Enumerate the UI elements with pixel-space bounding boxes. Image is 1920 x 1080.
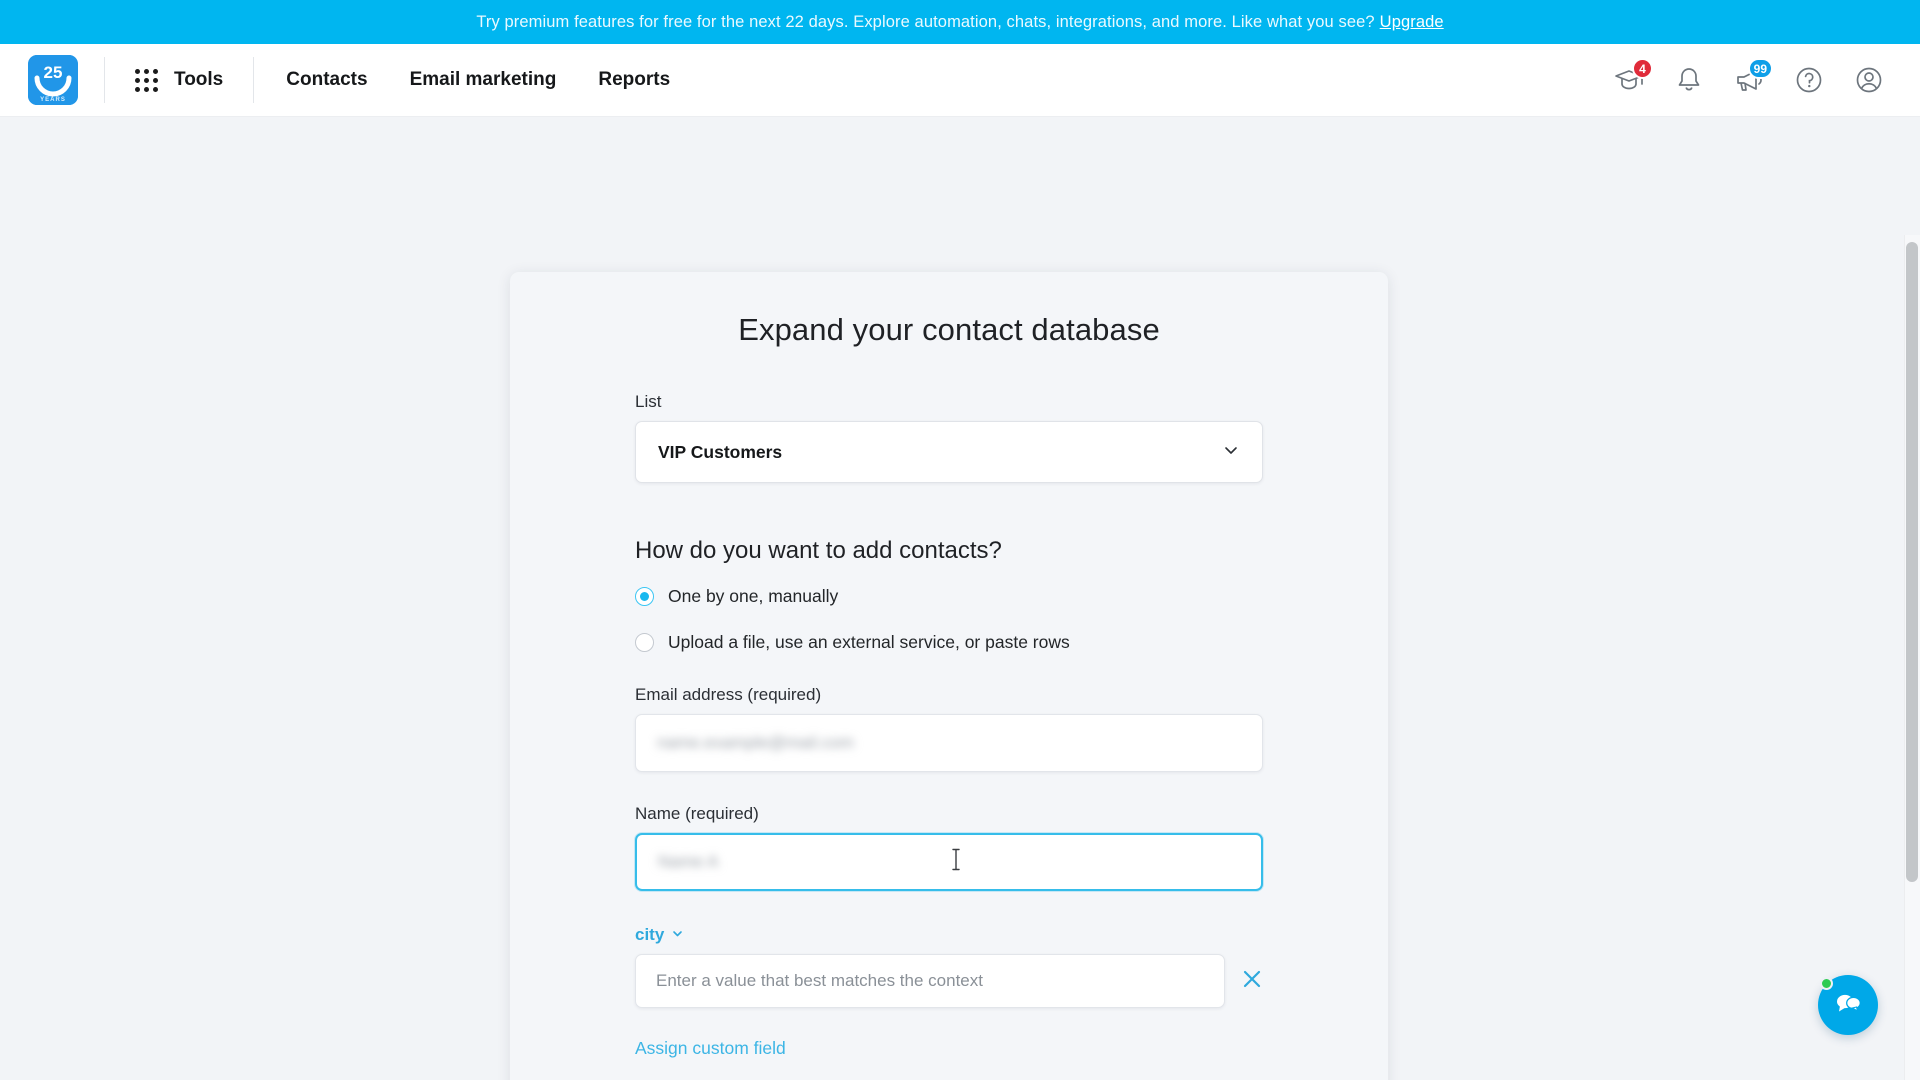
chat-bubbles-icon (1832, 987, 1864, 1024)
megaphone-icon[interactable]: 99 (1732, 58, 1773, 97)
add-method-question: How do you want to add contacts? (635, 537, 1002, 564)
chat-widget-button[interactable] (1818, 975, 1878, 1035)
add-contacts-card: Expand your contact database List VIP Cu… (510, 272, 1388, 1080)
remove-custom-field-close-icon[interactable] (1241, 968, 1263, 995)
custom-field-city-selector[interactable]: city (635, 925, 684, 945)
nav-link-email-marketing[interactable]: Email marketing (410, 44, 557, 117)
top-navigation-bar: 25 YEARS Tools Contacts Email marketing … (0, 44, 1920, 117)
chevron-down-icon (671, 925, 684, 945)
graduation-cap-badge: 4 (1632, 58, 1653, 79)
svg-text:25: 25 (44, 63, 63, 82)
name-input-value: Name A (658, 852, 719, 871)
list-label: List (635, 392, 662, 411)
promo-banner: Try premium features for free for the ne… (0, 0, 1920, 44)
tools-menu-button[interactable]: Tools (105, 44, 253, 117)
user-account-icon[interactable] (1852, 63, 1886, 97)
list-field-group: List VIP Customers (635, 392, 1263, 483)
page-stage: Expand your contact database List VIP Cu… (0, 117, 1920, 1080)
custom-field-city-row: Enter a value that best matches the cont… (635, 954, 1263, 1008)
custom-field-city-placeholder: Enter a value that best matches the cont… (656, 971, 983, 990)
tools-label: Tools (174, 69, 224, 90)
radio-upload-label: Upload a file, use an external service, … (668, 632, 1070, 652)
list-select[interactable]: VIP Customers (635, 421, 1263, 483)
custom-field-city-label: city (635, 925, 665, 944)
radio-upload-icon[interactable] (635, 633, 654, 652)
email-label: Email address (required) (635, 685, 822, 704)
email-input[interactable]: name.example@mail.com (635, 714, 1263, 772)
chat-online-status-dot (1820, 977, 1833, 990)
radio-option-upload[interactable]: Upload a file, use an external service, … (635, 632, 1263, 653)
email-field-group: Email address (required) name.example@ma… (635, 685, 1263, 772)
name-field-group: Name (required) Name A (635, 804, 1263, 891)
chevron-down-icon (1222, 441, 1240, 464)
bell-icon[interactable] (1672, 63, 1706, 97)
radio-manual-icon[interactable] (635, 587, 654, 606)
name-label: Name (required) (635, 804, 759, 823)
scrollbar-thumb[interactable] (1906, 242, 1918, 882)
list-selected-value: VIP Customers (658, 441, 783, 462)
nav-link-contacts[interactable]: Contacts (286, 44, 367, 117)
nav-right-icons: 4 99 (1612, 58, 1920, 97)
promo-banner-text: Try premium features for free for the ne… (476, 12, 1375, 31)
svg-text:YEARS: YEARS (40, 97, 66, 103)
name-input[interactable]: Name A (635, 833, 1263, 891)
megaphone-badge: 99 (1747, 58, 1773, 79)
anniversary-25-years-logo-icon[interactable]: 25 YEARS (28, 55, 78, 105)
upgrade-link[interactable]: Upgrade (1380, 13, 1444, 32)
nav-link-reports[interactable]: Reports (598, 44, 670, 117)
page-title: Expand your contact database (738, 312, 1160, 347)
email-input-value: name.example@mail.com (657, 733, 854, 752)
text-cursor-icon (950, 848, 962, 877)
brand-logo[interactable]: 25 YEARS (0, 55, 104, 105)
custom-field-city-input[interactable]: Enter a value that best matches the cont… (635, 954, 1225, 1008)
apps-grid-icon (135, 68, 158, 92)
radio-manual-label: One by one, manually (668, 586, 839, 606)
help-circle-icon[interactable] (1792, 63, 1826, 97)
assign-custom-field-link[interactable]: Assign custom field (635, 1038, 786, 1059)
graduation-cap-icon[interactable]: 4 (1612, 58, 1653, 97)
radio-option-manual[interactable]: One by one, manually (635, 586, 1263, 607)
custom-field-city-group: city Enter a value that best matches the… (635, 925, 1263, 1008)
page-scrollbar[interactable] (1904, 235, 1920, 1080)
primary-nav-links: Contacts Email marketing Reports (254, 44, 670, 117)
